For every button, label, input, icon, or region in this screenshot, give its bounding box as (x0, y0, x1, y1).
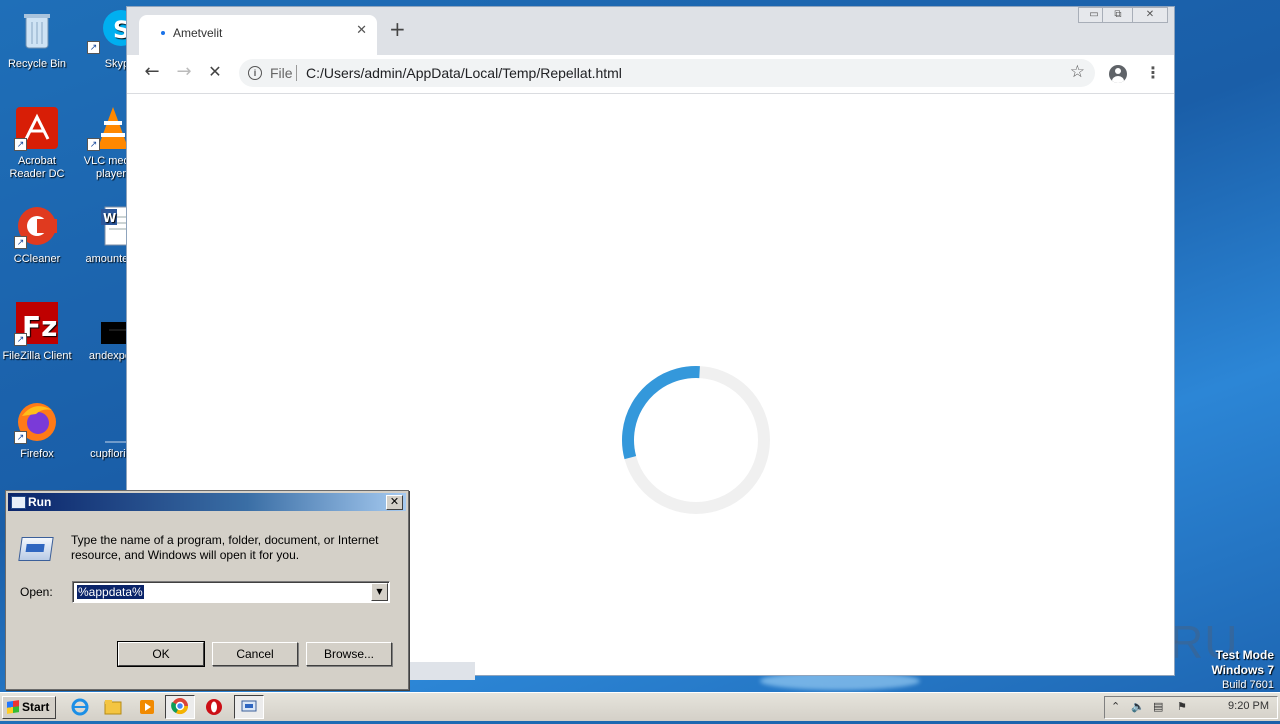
chrome-menu-icon[interactable]: ⋮ (1145, 63, 1161, 82)
acrobat-icon: ↗ (14, 105, 60, 151)
run-title-icon (11, 496, 26, 509)
shortcut-arrow-icon: ↗ (87, 138, 100, 151)
filezilla-icon: Fz ↗ (14, 300, 60, 346)
desktop-icon-label: FileZilla Client (2, 350, 72, 362)
recycle-bin-icon (14, 8, 60, 54)
clock[interactable]: 9:20 PM (1228, 700, 1269, 712)
shortcut-arrow-icon: ↗ (14, 236, 27, 249)
shortcut-arrow-icon: ↗ (87, 41, 100, 54)
tab-title: Ametvelit (173, 26, 223, 40)
ok-button[interactable]: OK (117, 641, 205, 667)
svg-text:W: W (103, 211, 116, 225)
desktop-icon-ccleaner[interactable]: ↗ CCleaner (0, 203, 74, 266)
loading-spinner (622, 366, 770, 514)
scheme-label: File (270, 65, 293, 81)
open-label: Open: (20, 585, 53, 599)
dropdown-arrow-icon[interactable]: ▼ (371, 583, 388, 601)
open-combobox[interactable]: %appdata% ▼ (72, 581, 390, 603)
address-separator (296, 65, 297, 81)
svg-text:Fz: Fz (22, 310, 57, 343)
firefox-icon: ↗ (14, 398, 60, 444)
volume-icon[interactable]: 🔈 (1131, 700, 1145, 713)
start-button[interactable]: Start (2, 696, 56, 719)
action-center-flag-icon[interactable]: ⚑ (1177, 700, 1187, 713)
test-mode-line2: Windows 7 (1211, 663, 1274, 677)
chrome-icon[interactable] (165, 695, 195, 719)
ccleaner-icon: ↗ (14, 203, 60, 249)
desktop-icon-recycle-bin[interactable]: Recycle Bin (0, 8, 74, 71)
status-bubble (407, 662, 475, 680)
browse-button[interactable]: Browse... (306, 642, 392, 666)
desktop-icon-label: Firefox (20, 448, 54, 460)
browser-tab[interactable]: Ametvelit ✕ (139, 15, 377, 55)
desktop-icon-firefox[interactable]: ↗ Firefox (0, 398, 74, 461)
test-mode-line1: Test Mode (1215, 648, 1274, 662)
stop-loading-button[interactable]: ✕ (202, 59, 228, 85)
system-tray: ⌃ 🔈 ▤ ⚑ 9:20 PM (1104, 696, 1278, 719)
shortcut-arrow-icon: ↗ (14, 431, 27, 444)
forward-button[interactable]: → (171, 59, 197, 85)
url-text[interactable]: C:/Users/admin/AppData/Local/Temp/Repell… (306, 65, 622, 81)
open-input-value[interactable]: %appdata% (77, 585, 144, 599)
shortcut-arrow-icon: ↗ (14, 333, 27, 346)
back-button[interactable]: ← (139, 59, 165, 85)
run-dialog: Run ✕ Type the name of a program, folder… (5, 490, 409, 690)
media-player-icon[interactable] (137, 697, 157, 717)
restore-button[interactable]: ⧉ (1102, 7, 1134, 23)
cancel-button[interactable]: Cancel (212, 642, 298, 666)
window-close-button[interactable]: ✕ (1132, 7, 1168, 23)
browser-toolbar: ← → ✕ i File C:/Users/admin/AppData/Loca… (127, 55, 1174, 94)
start-label: Start (22, 700, 50, 714)
windows-flag-icon (7, 700, 19, 714)
run-description: Type the name of a program, folder, docu… (71, 533, 379, 562)
show-hidden-icons-icon[interactable]: ⌃ (1111, 700, 1120, 713)
test-mode-line3: Build 7601 (1222, 679, 1274, 691)
run-program-icon (18, 537, 54, 561)
explorer-icon[interactable] (103, 697, 123, 717)
run-close-button[interactable]: ✕ (386, 495, 403, 510)
tab-close-icon[interactable]: ✕ (356, 23, 367, 38)
desktop-icon-label: Recycle Bin (7, 58, 67, 70)
opera-icon[interactable] (204, 697, 224, 717)
info-icon[interactable]: i (248, 66, 262, 80)
ie-icon[interactable] (70, 697, 90, 717)
network-icon[interactable]: ▤ (1153, 700, 1163, 713)
run-taskbar-icon[interactable] (234, 695, 264, 719)
desktop-icon-filezilla[interactable]: Fz ↗ FileZilla Client (0, 300, 74, 363)
address-bar[interactable]: i File C:/Users/admin/AppData/Local/Temp… (239, 59, 1095, 87)
desktop-icon-acrobat[interactable]: ↗ Acrobat Reader DC (0, 105, 74, 181)
bookmark-star-icon[interactable]: ☆ (1070, 62, 1085, 82)
run-title: Run (28, 495, 52, 509)
desktop-icon-label: Acrobat Reader DC (9, 155, 65, 180)
tab-loading-icon (161, 31, 165, 35)
new-tab-button[interactable]: + (389, 19, 406, 39)
taskbar: Start ⌃ 🔈 ▤ ⚑ 9:20 PM (0, 692, 1280, 721)
shortcut-arrow-icon: ↗ (14, 138, 27, 151)
desktop-icon-label: CCleaner (13, 253, 61, 265)
run-titlebar[interactable]: Run ✕ (8, 493, 406, 511)
tab-strip: Ametvelit ✕ + ▭ ⧉ ✕ (127, 7, 1174, 55)
test-mode-label: Test Mode Windows 7 Build 7601 (1211, 648, 1274, 692)
profile-avatar-icon[interactable] (1109, 65, 1127, 83)
